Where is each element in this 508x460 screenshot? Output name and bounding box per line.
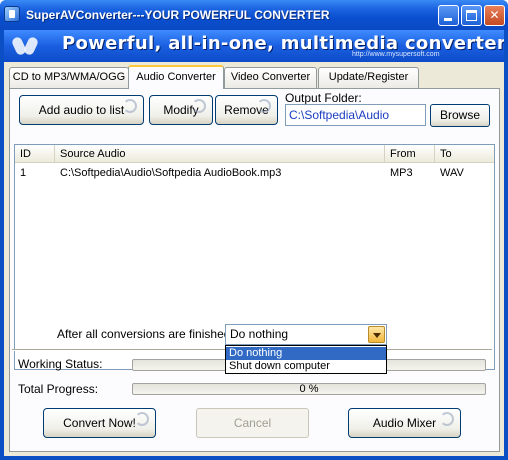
title-bar[interactable]: SuperAVConverter---YOUR POWERFUL CONVERT…: [0, 0, 508, 30]
cell-from: MP3: [390, 167, 413, 179]
after-conversion-select[interactable]: Do nothing: [225, 324, 387, 345]
maximize-icon: [466, 10, 477, 21]
total-progress-label: Total Progress:: [18, 382, 99, 396]
working-status-label: Working Status:: [18, 357, 103, 371]
modify-button[interactable]: Modify: [149, 95, 213, 125]
after-conversion-label: After all conversions are finished:: [57, 327, 234, 341]
output-folder-field[interactable]: C:\Softpedia\Audio: [285, 104, 426, 126]
chevron-down-icon[interactable]: [368, 326, 385, 343]
close-icon: ✕: [489, 8, 500, 22]
tab-cd-to-mp3[interactable]: CD to MP3/WMA/OGG: [9, 67, 129, 88]
list-header: ID Source Audio From To: [15, 145, 494, 163]
maximize-button[interactable]: [461, 5, 482, 26]
option-shut-down[interactable]: Shut down computer: [226, 360, 386, 373]
minimize-icon: [444, 18, 452, 21]
audio-mixer-button[interactable]: Audio Mixer: [348, 408, 461, 438]
client-area: CD to MP3/WMA/OGG Audio Converter Video …: [4, 62, 504, 456]
cell-to: WAV: [440, 167, 464, 179]
browse-button[interactable]: Browse: [430, 104, 490, 127]
column-header-source[interactable]: Source Audio: [55, 145, 385, 163]
banner: Powerful, all-in-one, multimedia convert…: [4, 30, 504, 62]
remove-button[interactable]: Remove: [215, 95, 278, 125]
option-do-nothing[interactable]: Do nothing: [226, 347, 386, 360]
window-title: SuperAVConverter---YOUR POWERFUL CONVERT…: [26, 8, 330, 22]
banner-url: http://www.mysupersoft.com: [352, 51, 440, 58]
column-header-id[interactable]: ID: [15, 145, 55, 163]
app-icon[interactable]: [4, 6, 20, 22]
table-row[interactable]: 1 C:\Softpedia\Audio\Softpedia AudioBook…: [15, 165, 494, 182]
convert-now-button[interactable]: Convert Now!: [43, 408, 156, 438]
total-progress-text: 0 %: [299, 383, 319, 395]
cell-source: C:\Softpedia\Audio\Softpedia AudioBook.m…: [60, 167, 282, 179]
minimize-button[interactable]: [438, 5, 459, 26]
total-progress-bar: 0 %: [132, 383, 486, 395]
tab-update-register[interactable]: Update/Register: [318, 67, 419, 88]
app-window: SuperAVConverter---YOUR POWERFUL CONVERT…: [0, 0, 508, 460]
output-folder-label: Output Folder:: [285, 91, 362, 105]
banner-logo-icon: [10, 34, 40, 58]
cancel-button[interactable]: Cancel: [196, 408, 309, 438]
close-button[interactable]: ✕: [484, 5, 505, 26]
cell-id: 1: [20, 167, 27, 179]
column-header-to[interactable]: To: [435, 145, 495, 163]
tab-video-converter[interactable]: Video Converter: [224, 67, 317, 88]
add-audio-button[interactable]: Add audio to list: [19, 95, 144, 125]
column-header-from[interactable]: From: [385, 145, 435, 163]
tab-audio-converter[interactable]: Audio Converter: [128, 65, 224, 89]
after-conversion-value: Do nothing: [230, 327, 289, 341]
after-conversion-dropdown: Do nothing Shut down computer: [225, 345, 387, 374]
